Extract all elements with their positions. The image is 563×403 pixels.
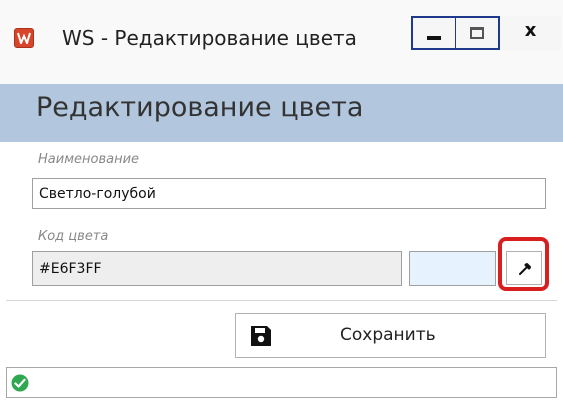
save-button-label: Сохранить [340, 325, 436, 345]
close-icon: x [524, 20, 537, 41]
minimize-button[interactable] [411, 16, 456, 50]
app-icon[interactable] [14, 28, 34, 48]
color-code-field[interactable]: #E6F3FF [32, 251, 402, 286]
save-button[interactable]: Сохранить [235, 313, 546, 358]
page-title: Редактирование цвета [36, 92, 364, 123]
floppy-disk-icon [251, 326, 271, 346]
status-bar [6, 367, 557, 398]
name-label: Наименование [38, 152, 140, 167]
color-preview-swatch [409, 251, 496, 286]
color-code-value: #E6F3FF [39, 260, 102, 277]
color-code-label: Код цвета [38, 229, 109, 244]
name-field-value: Светло-голубой [39, 185, 156, 202]
divider [6, 300, 557, 301]
color-picker-button[interactable] [506, 251, 542, 285]
close-button[interactable]: x [500, 16, 561, 50]
eyedropper-icon [519, 263, 531, 275]
window-title: WS - Редактирование цвета [62, 26, 357, 50]
maximize-icon [470, 27, 484, 39]
minimize-icon [427, 36, 441, 40]
color-edit-window: WS - Редактирование цвета x Редактирован… [0, 0, 563, 403]
check-circle-icon [11, 374, 29, 392]
header-band: Редактирование цвета [0, 84, 563, 142]
title-bar[interactable]: WS - Редактирование цвета x [0, 0, 563, 84]
maximize-button[interactable] [455, 16, 500, 50]
name-field[interactable]: Светло-голубой [32, 178, 546, 209]
